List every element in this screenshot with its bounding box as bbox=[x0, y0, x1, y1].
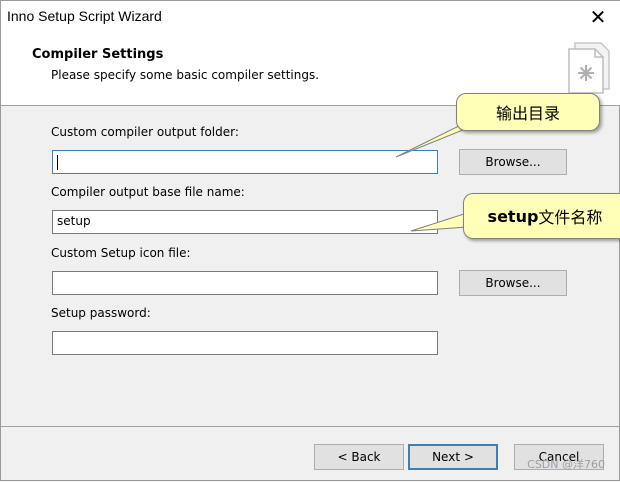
text-caret bbox=[57, 155, 58, 170]
output-folder-input[interactable] bbox=[52, 150, 438, 174]
icon-file-input[interactable] bbox=[52, 271, 438, 295]
password-input[interactable] bbox=[52, 331, 438, 355]
callout-setup-name: setup 文件名称 bbox=[463, 193, 620, 239]
callout-output-dir: 输出目录 bbox=[456, 93, 600, 131]
icon-file-label: Custom Setup icon file: bbox=[51, 246, 191, 260]
callout-setup-name-rest: 文件名称 bbox=[538, 208, 603, 227]
back-button[interactable]: < Back bbox=[314, 444, 404, 470]
title-bar: Inno Setup Script Wizard ✕ bbox=[1, 1, 620, 33]
base-file-name-label: Compiler output base file name: bbox=[51, 185, 245, 199]
wizard-document-icon bbox=[568, 42, 610, 94]
browse-output-folder-button[interactable]: Browse... bbox=[459, 149, 567, 175]
close-icon[interactable]: ✕ bbox=[575, 1, 620, 33]
footer-separator bbox=[1, 426, 620, 427]
base-file-name-input[interactable]: setup bbox=[52, 210, 438, 234]
watermark: CSDN @洋760 bbox=[527, 458, 605, 471]
callout-setup-name-bold: setup bbox=[487, 206, 539, 226]
password-label: Setup password: bbox=[51, 306, 151, 320]
page-title: Compiler Settings bbox=[32, 47, 164, 62]
browse-icon-file-button[interactable]: Browse... bbox=[459, 270, 567, 296]
wizard-window: Inno Setup Script Wizard ✕ Compiler Sett… bbox=[0, 0, 620, 481]
window-title: Inno Setup Script Wizard bbox=[7, 8, 162, 24]
output-folder-label: Custom compiler output folder: bbox=[51, 125, 239, 139]
page-subtitle: Please specify some basic compiler setti… bbox=[51, 68, 320, 82]
next-button[interactable]: Next > bbox=[408, 444, 498, 470]
